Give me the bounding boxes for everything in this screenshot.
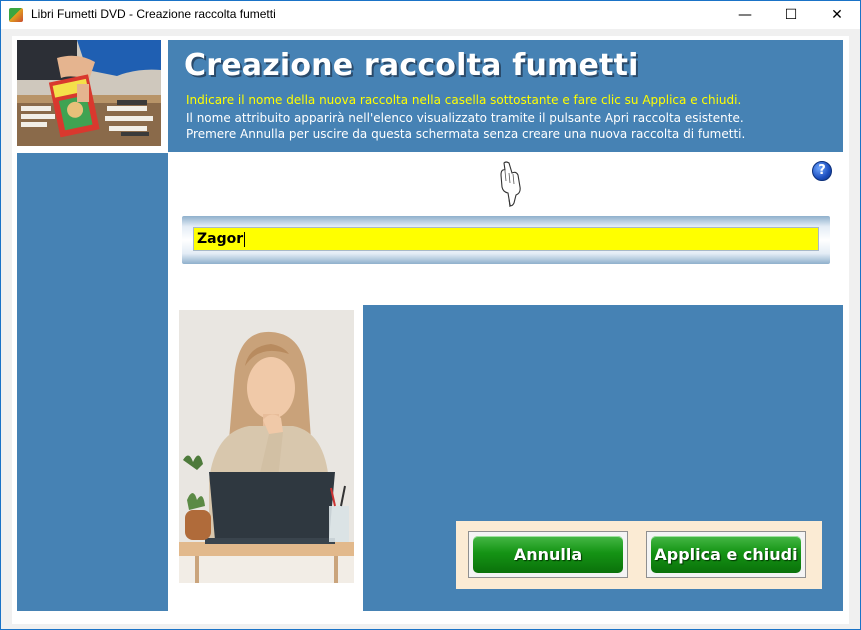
pointing-hand-icon <box>496 159 524 213</box>
info-text: Il nome attribuito apparirà nell'elenco … <box>186 111 744 125</box>
title-bar[interactable]: Libri Fumetti DVD - Creazione raccolta f… <box>1 1 860 29</box>
right-blue-area: Annulla Applica e chiudi <box>363 305 843 611</box>
photo-frame <box>168 305 362 611</box>
app-icon <box>9 8 23 22</box>
help-icon[interactable]: ? <box>812 161 832 181</box>
input-section: ? Zagor <box>168 153 843 305</box>
minimize-icon[interactable]: — <box>722 1 768 29</box>
close-icon[interactable]: ✕ <box>814 1 860 29</box>
header-banner: Creazione raccolta fumetti Indicare il n… <box>168 40 843 152</box>
main-panel: Creazione raccolta fumetti Indicare il n… <box>12 36 849 624</box>
client-area: Creazione raccolta fumetti Indicare il n… <box>2 29 859 629</box>
cancel-button-label: Annulla <box>473 536 623 573</box>
cancel-button[interactable]: Annulla <box>468 531 628 578</box>
instruction-text: Indicare il nome della nuova raccolta ne… <box>186 93 742 107</box>
collection-name-input[interactable]: Zagor <box>193 227 819 251</box>
app-window: Libri Fumetti DVD - Creazione raccolta f… <box>0 0 861 630</box>
woman-laptop-photo <box>179 310 354 583</box>
comics-photo <box>17 40 161 146</box>
text-caret <box>244 231 246 247</box>
window-title: Libri Fumetti DVD - Creazione raccolta f… <box>31 7 276 21</box>
collection-name-value: Zagor <box>197 231 244 247</box>
apply-button-label: Applica e chiudi <box>651 536 801 573</box>
button-box: Annulla Applica e chiudi <box>456 521 822 589</box>
cancel-info-text: Premere Annulla per uscire da questa sch… <box>186 127 746 141</box>
page-title: Creazione raccolta fumetti <box>184 48 639 83</box>
maximize-icon[interactable]: ☐ <box>768 1 814 29</box>
input-frame: Zagor <box>182 216 830 264</box>
left-blue-column <box>17 153 168 611</box>
apply-and-close-button[interactable]: Applica e chiudi <box>646 531 806 578</box>
